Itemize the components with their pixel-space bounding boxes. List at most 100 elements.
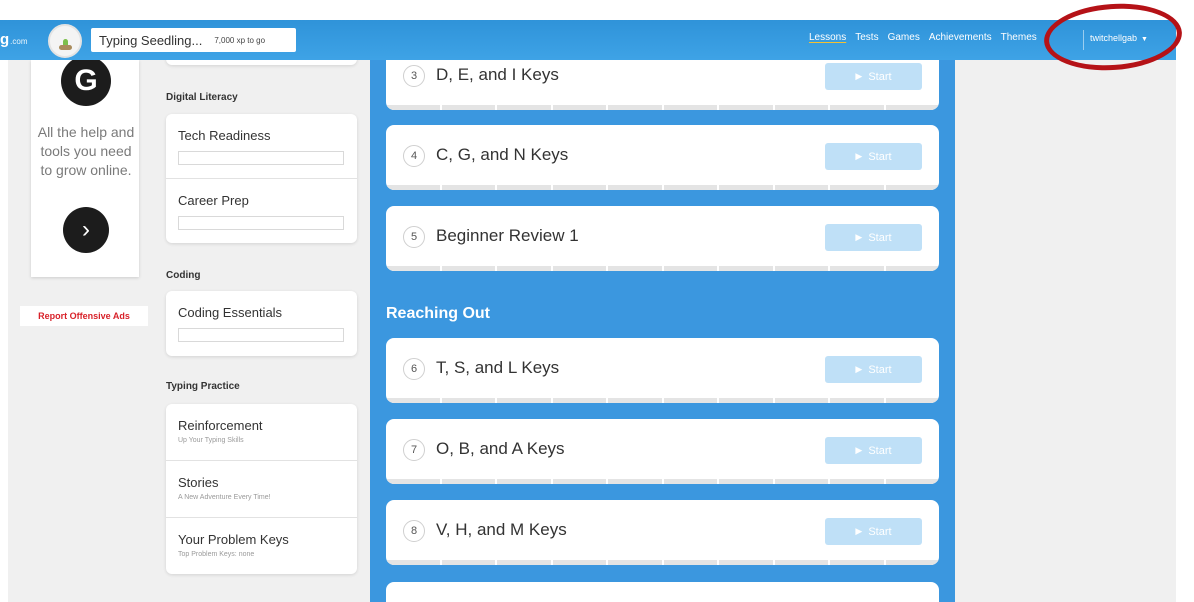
top-header-bar: g.com Typing Seedling... 7,000 xp to go …	[0, 20, 1176, 60]
play-icon: ▶	[855, 232, 863, 242]
level-name: Typing Seedling...	[99, 32, 203, 48]
progress-segment	[830, 185, 884, 190]
lesson-card-7[interactable]: 7 O, B, and A Keys ▶ Start	[386, 419, 939, 484]
progress-segment	[441, 560, 495, 565]
start-button[interactable]: ▶ Start	[825, 63, 922, 90]
lesson-progress	[386, 398, 939, 403]
start-label: Start	[868, 70, 892, 83]
progress-segment	[719, 266, 773, 271]
lesson-title: V, H, and M Keys	[436, 520, 567, 539]
nav-achievements[interactable]: Achievements	[929, 32, 992, 43]
chevron-right-icon[interactable]: ›	[63, 207, 109, 253]
sidebar-item-stories[interactable]: Stories A New Adventure Every Time!	[166, 461, 357, 518]
progress-segment	[774, 398, 828, 403]
lesson-number: 5	[403, 226, 425, 248]
progress-segment	[774, 479, 828, 484]
start-label: Start	[868, 231, 892, 244]
progress-segment	[774, 560, 828, 565]
coding-heading: Coding	[166, 270, 201, 281]
logo-text: g	[0, 31, 10, 48]
progress-segment	[552, 479, 606, 484]
progress-segment	[441, 185, 495, 190]
nav-games[interactable]: Games	[888, 32, 920, 43]
ad-text: All the help and tools you need to grow …	[37, 124, 135, 178]
section-title: Reaching Out	[386, 305, 491, 322]
progress-segment	[719, 398, 773, 403]
progress-segment	[663, 105, 717, 110]
typing-practice-heading: Typing Practice	[166, 381, 240, 392]
report-offensive-ads-button[interactable]: Report Offensive Ads	[20, 306, 148, 326]
soil-icon	[59, 45, 72, 50]
progress-segment	[663, 266, 717, 271]
progress-segment	[441, 266, 495, 271]
progress-segment	[608, 185, 662, 190]
nav-themes[interactable]: Themes	[1001, 32, 1037, 43]
lesson-progress	[386, 560, 939, 565]
avatar[interactable]	[48, 24, 82, 58]
sidebar-item-label: Coding Essentials	[178, 305, 283, 320]
main-nav: Lessons Tests Games Achievements Themes	[809, 32, 1037, 43]
progress-segment	[663, 560, 717, 565]
sidebar-item-label: Career Prep	[178, 193, 249, 208]
start-button[interactable]: ▶ Start	[825, 437, 922, 464]
progress-segment	[885, 266, 939, 271]
sidebar-item-tech-readiness[interactable]: Tech Readiness	[166, 114, 357, 179]
progress-segment	[608, 398, 662, 403]
progress-segment	[774, 266, 828, 271]
progress-segment	[885, 398, 939, 403]
lesson-card-8[interactable]: 8 V, H, and M Keys ▶ Start	[386, 500, 939, 565]
lesson-title: Beginner Review 1	[436, 226, 579, 245]
progress-segment	[830, 398, 884, 403]
godaddy-logo-icon: G	[61, 56, 111, 106]
progress-segment	[552, 105, 606, 110]
progress-segment	[885, 560, 939, 565]
digital-literacy-heading: Digital Literacy	[166, 92, 238, 103]
sidebar-item-label: Reinforcement	[178, 418, 263, 433]
sidebar-item-label: Tech Readiness	[178, 128, 271, 143]
lesson-card-4[interactable]: 4 C, G, and N Keys ▶ Start	[386, 125, 939, 190]
coding-card: Coding Essentials	[166, 291, 357, 356]
lesson-number: 8	[403, 520, 425, 542]
progress-segment	[774, 105, 828, 110]
progress-segment	[441, 479, 495, 484]
sidebar-item-label: Stories	[178, 475, 219, 490]
level-status-box[interactable]: Typing Seedling... 7,000 xp to go	[91, 28, 296, 52]
lesson-number: 3	[403, 65, 425, 87]
progress-segment	[497, 398, 551, 403]
progress-segment	[386, 185, 440, 190]
lesson-progress	[386, 105, 939, 110]
sidebar-item-reinforcement[interactable]: Reinforcement Up Your Typing Skills	[166, 404, 357, 461]
logo-suffix: .com	[10, 37, 28, 46]
lesson-progress	[386, 185, 939, 190]
lesson-card-5[interactable]: 5 Beginner Review 1 ▶ Start	[386, 206, 939, 271]
start-label: Start	[868, 525, 892, 538]
sidebar-item-coding-essentials[interactable]: Coding Essentials	[166, 291, 357, 356]
progress-segment	[830, 105, 884, 110]
progress-segment	[386, 105, 440, 110]
progress-bar	[178, 151, 344, 165]
progress-segment	[719, 105, 773, 110]
sidebar-item-problem-keys[interactable]: Your Problem Keys Top Problem Keys: none	[166, 518, 357, 574]
start-label: Start	[868, 363, 892, 376]
site-logo[interactable]: g.com	[0, 31, 28, 48]
progress-segment	[608, 560, 662, 565]
start-button[interactable]: ▶ Start	[825, 356, 922, 383]
nav-tests[interactable]: Tests	[855, 32, 878, 43]
progress-segment	[830, 560, 884, 565]
play-icon: ▶	[855, 151, 863, 161]
start-button[interactable]: ▶ Start	[825, 518, 922, 545]
sidebar-item-career-prep[interactable]: Career Prep	[166, 179, 357, 243]
progress-segment	[386, 479, 440, 484]
start-button[interactable]: ▶ Start	[825, 143, 922, 170]
sidebar-item-subtitle: A New Adventure Every Time!	[178, 494, 271, 501]
play-icon: ▶	[855, 526, 863, 536]
progress-segment	[663, 479, 717, 484]
lesson-card-6[interactable]: 6 T, S, and L Keys ▶ Start	[386, 338, 939, 403]
play-icon: ▶	[855, 364, 863, 374]
nav-lessons[interactable]: Lessons	[809, 32, 846, 43]
progress-segment	[497, 185, 551, 190]
start-button[interactable]: ▶ Start	[825, 224, 922, 251]
progress-segment	[885, 105, 939, 110]
lesson-card-partial[interactable]	[386, 582, 939, 602]
lesson-progress	[386, 266, 939, 271]
